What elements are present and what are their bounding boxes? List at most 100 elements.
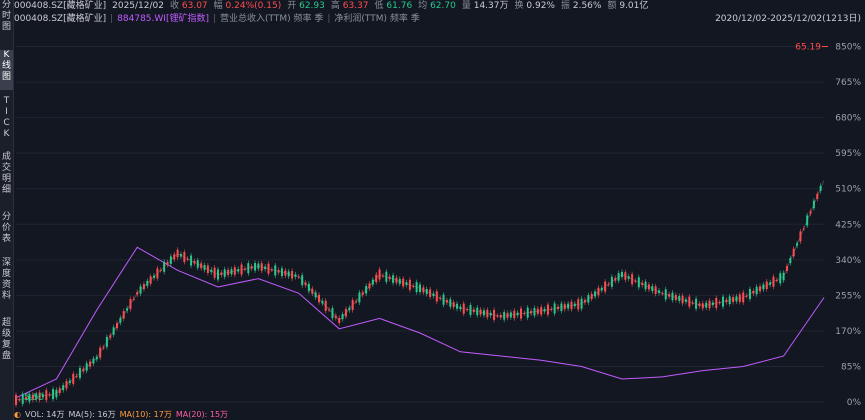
- candle-body: [284, 270, 287, 276]
- stock-code[interactable]: 000408.SZ[藏格矿业]: [14, 0, 106, 12]
- candle-body: [361, 292, 364, 295]
- candle-body: [58, 388, 61, 394]
- candle-body: [711, 302, 714, 305]
- candle-body: [442, 294, 445, 305]
- candle-body: [802, 228, 805, 230]
- candle-body: [600, 287, 603, 291]
- candle-body: [506, 312, 509, 318]
- max-price-label: 65.19: [795, 43, 821, 53]
- candle-body: [809, 211, 812, 214]
- candle-body: [782, 272, 785, 281]
- price-chart[interactable]: 850% 765% 680% 595% 510% 425% 340% 255% 170% 85% 0…: [14, 26, 865, 410]
- tab-depth-info[interactable]: 深度资料: [0, 258, 13, 314]
- candle-body: [139, 286, 142, 294]
- candle-body: [583, 300, 586, 303]
- candle-body: [116, 323, 118, 329]
- candle-body: [68, 380, 71, 384]
- tab-price-table[interactable]: 分价表: [0, 212, 13, 252]
- legend-revenue[interactable]: 营业总收入(TTM) 频率 季: [220, 13, 323, 25]
- candle-body: [553, 303, 556, 314]
- candle-body: [631, 274, 634, 285]
- candle-body: [742, 292, 745, 303]
- candle-body: [509, 312, 512, 318]
- candle-body: [355, 301, 358, 303]
- candle-body: [698, 303, 701, 307]
- quote-date: 2025/12/02: [112, 1, 164, 11]
- candle-body: [398, 278, 401, 284]
- candle-body: [705, 302, 708, 308]
- y-tick-label: 255%: [835, 291, 861, 301]
- legend-profit[interactable]: 净利润(TTM) 频率 季: [334, 13, 419, 25]
- candle-body: [89, 361, 92, 367]
- candle-body: [375, 274, 378, 283]
- tab-kline[interactable]: K线图: [0, 50, 13, 90]
- candle-body: [745, 295, 748, 297]
- candle-body: [105, 336, 108, 347]
- candle-body: [597, 287, 600, 296]
- candle-body: [169, 256, 172, 264]
- candle-body: [395, 277, 398, 283]
- candle-body: [755, 286, 758, 295]
- low-label: 低: [374, 1, 384, 11]
- tab-intraday[interactable]: 分时图: [0, 0, 13, 44]
- open-value: 62.93: [299, 1, 325, 11]
- candle-body: [617, 273, 620, 281]
- close-label: 收: [170, 1, 180, 11]
- candle-body: [122, 311, 125, 319]
- indicator-toggle-icon[interactable]: ◐: [14, 410, 21, 420]
- candle-body: [445, 300, 448, 303]
- quote-bar: 000408.SZ[藏格矿业] 2025/12/02 收 63.07 幅 0.2…: [14, 0, 865, 12]
- candle-body: [789, 258, 792, 264]
- candle-body: [479, 309, 482, 315]
- candle-body: [435, 291, 438, 302]
- candle-body: [358, 292, 361, 303]
- candle-body: [351, 300, 354, 311]
- y-tick-label: 425%: [835, 220, 861, 230]
- candle-body: [610, 276, 613, 287]
- candle-body: [318, 294, 320, 303]
- candle-body: [65, 380, 68, 389]
- candle-body: [452, 302, 455, 308]
- tab-tick[interactable]: TICK: [0, 96, 13, 148]
- candle-body: [392, 275, 395, 283]
- candle-body: [348, 307, 351, 311]
- candle-body: [466, 309, 469, 311]
- avg-value: 62.70: [430, 1, 456, 11]
- vol-label[interactable]: VOL: 14万: [25, 410, 65, 420]
- tab-trade-detail[interactable]: 成交明细: [0, 152, 13, 208]
- change-value: 0.24%(0.15): [225, 1, 282, 11]
- candle-body: [627, 276, 630, 279]
- candle-body: [301, 275, 304, 286]
- candle-body: [520, 308, 522, 319]
- candle-body: [304, 282, 307, 286]
- candle-body: [765, 281, 768, 290]
- candle-body: [328, 309, 331, 311]
- amount-value: 9.01亿: [619, 1, 649, 11]
- candle-body: [732, 297, 735, 303]
- high-label: 高: [330, 1, 340, 11]
- candle-body: [560, 303, 563, 312]
- candle-body: [203, 264, 206, 270]
- candle-body: [587, 295, 590, 303]
- candle-body: [748, 288, 751, 299]
- candle-body: [816, 193, 819, 199]
- candle-body: [489, 312, 492, 316]
- candle-body: [647, 284, 650, 290]
- y-tick-label: 765%: [835, 78, 861, 88]
- candle-body: [334, 315, 337, 319]
- candle-body: [779, 273, 782, 284]
- candle-body: [688, 296, 691, 307]
- candle-body: [432, 293, 435, 297]
- candle-body: [109, 335, 112, 338]
- legend-index[interactable]: 884785.WI[锂矿指数]: [117, 13, 209, 25]
- candle-body: [243, 268, 246, 270]
- tab-super-review[interactable]: 超级复盘: [0, 318, 13, 374]
- turnover-value: 0.92%: [526, 1, 555, 11]
- legend-stock[interactable]: 000408.SZ[藏格矿业]: [14, 13, 106, 25]
- candle-body: [274, 265, 277, 276]
- candle-body: [668, 294, 671, 297]
- candle-body: [456, 303, 459, 309]
- candle-body: [230, 269, 233, 275]
- y-tick-label: 170%: [835, 327, 861, 337]
- candle-body: [341, 314, 344, 320]
